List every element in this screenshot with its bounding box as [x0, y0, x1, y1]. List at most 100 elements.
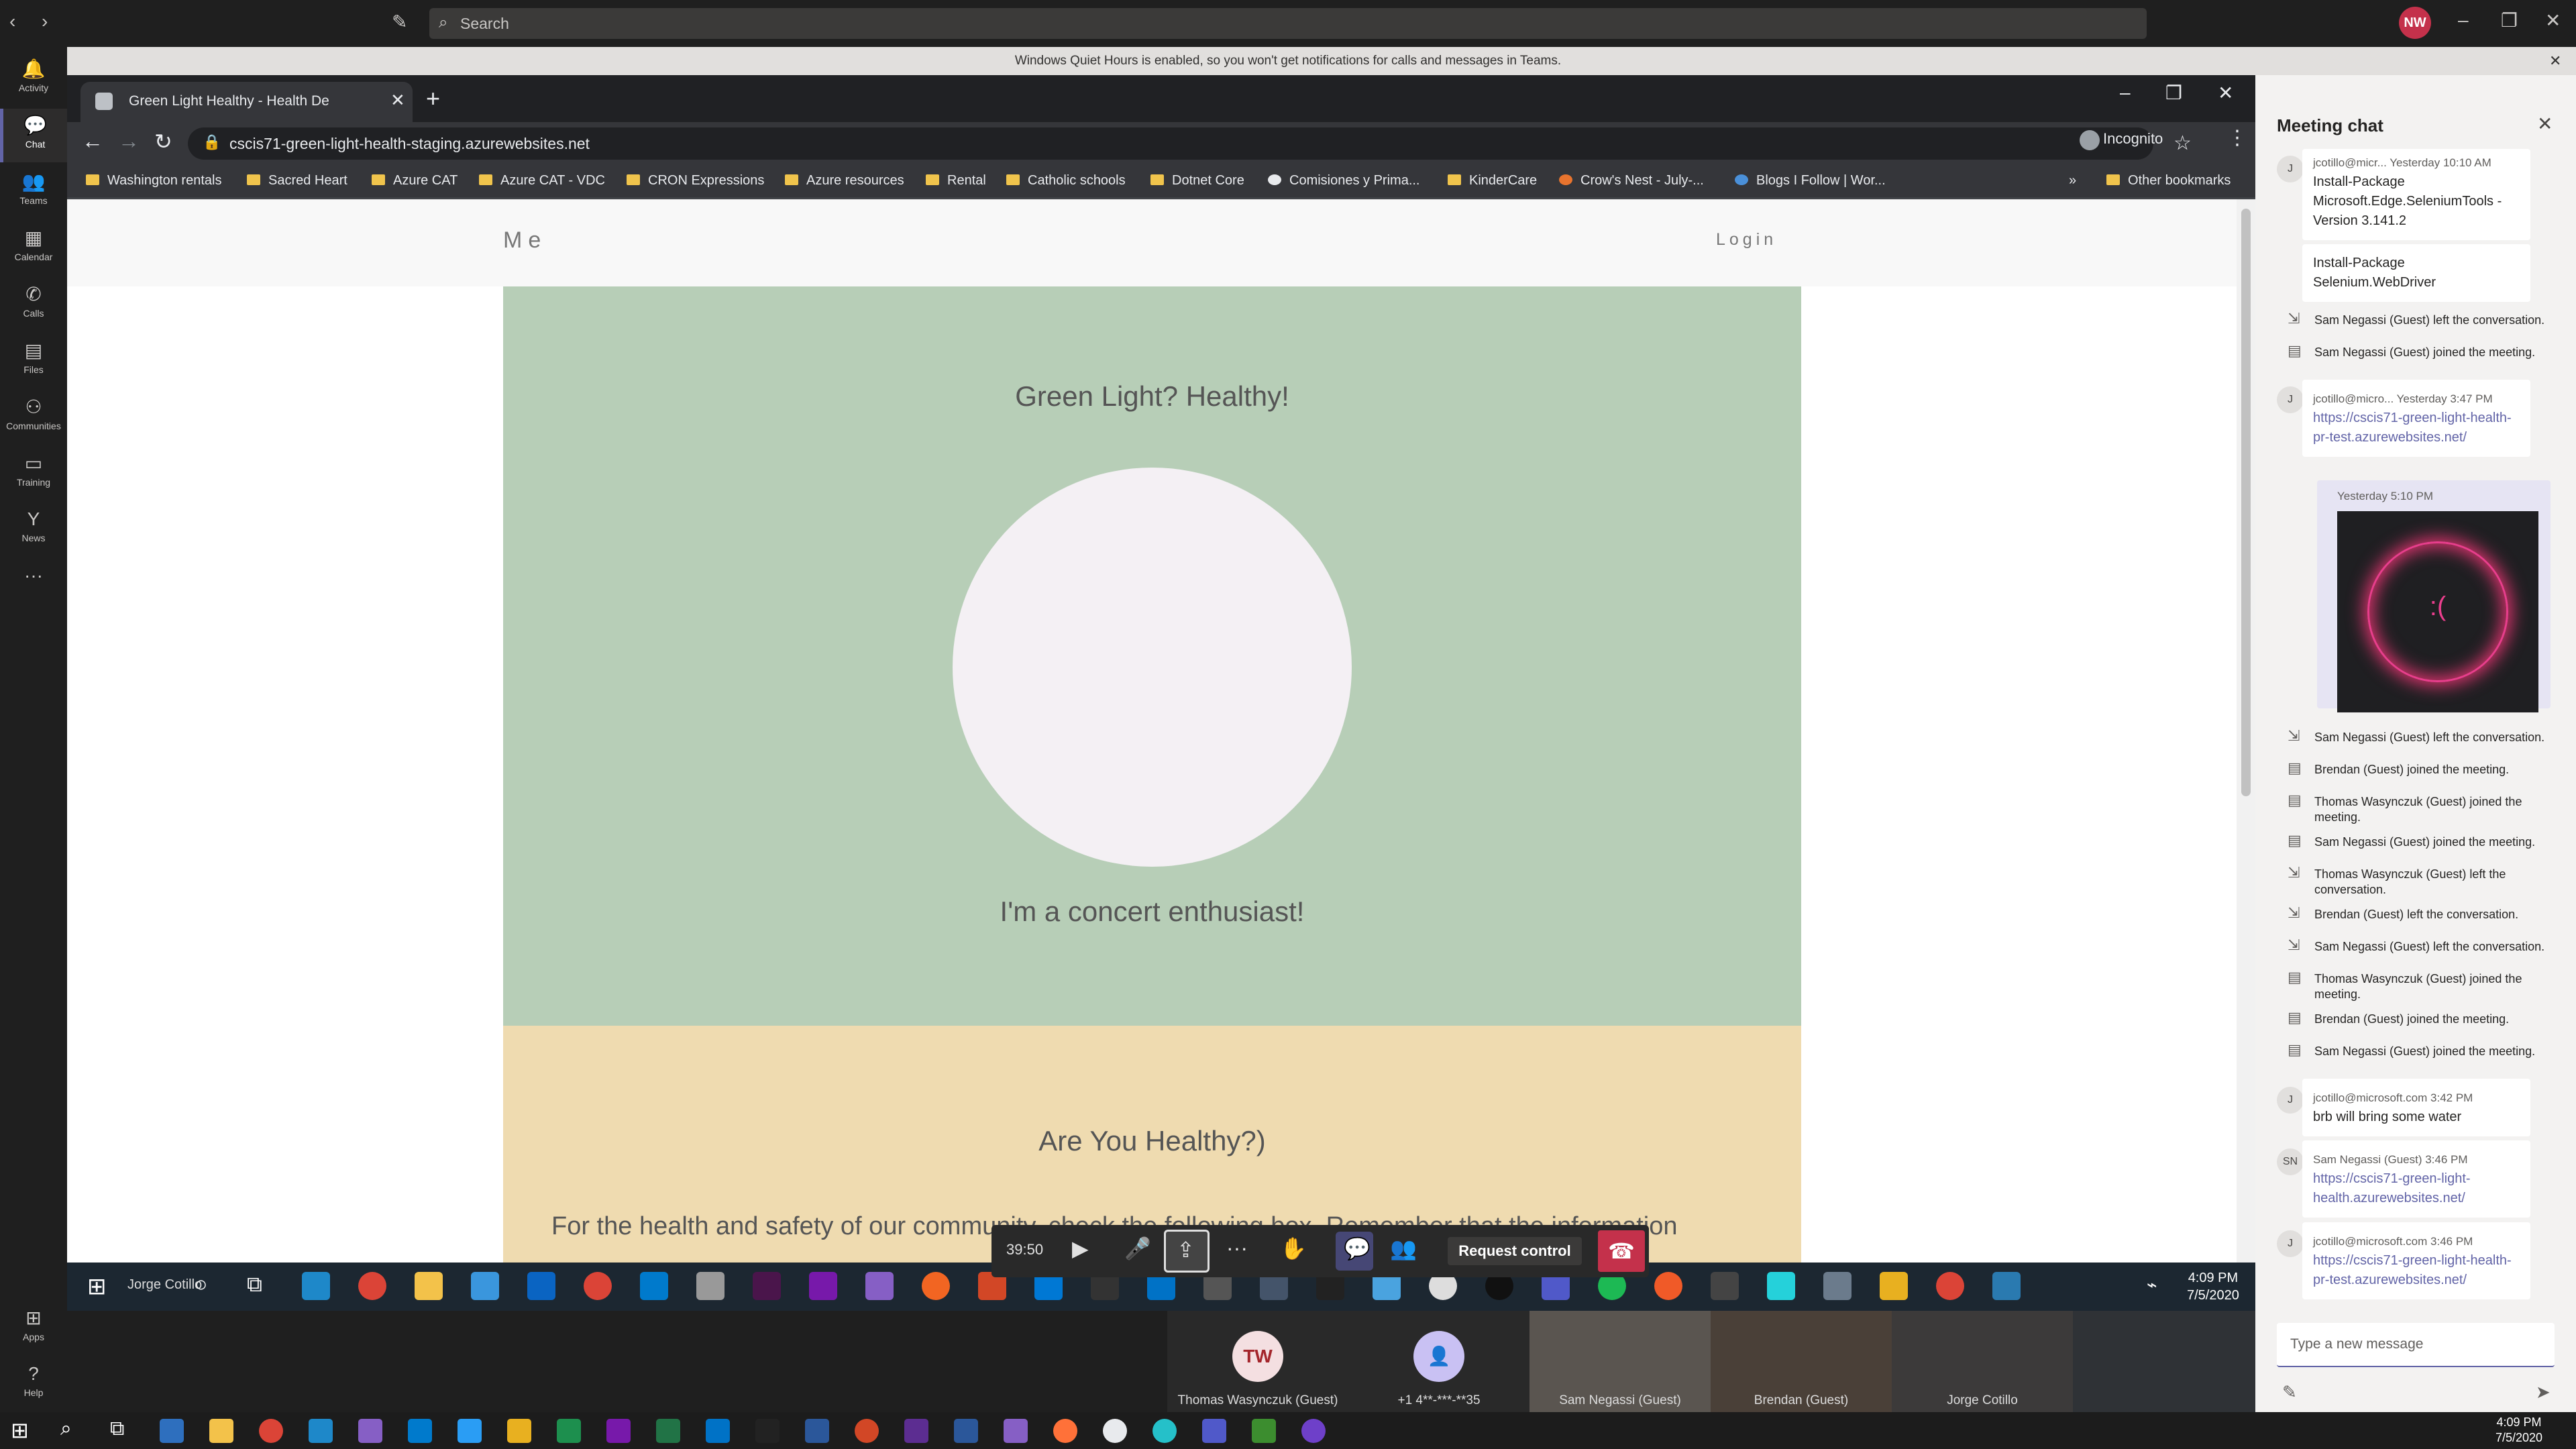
- share-tray-button[interactable]: ⇪: [1164, 1230, 1210, 1273]
- request-control-button[interactable]: Request control: [1448, 1237, 1582, 1265]
- search-input[interactable]: ⌕ Search: [429, 8, 2147, 39]
- window-close-icon[interactable]: ✕: [2218, 82, 2233, 104]
- login-link[interactable]: Login: [1716, 230, 1777, 250]
- compose-icon[interactable]: ✎: [392, 11, 407, 33]
- chat-message[interactable]: Sam Negassi (Guest) 3:46 PM https://csci…: [2302, 1140, 2530, 1218]
- raise-hand-icon[interactable]: ✋: [1280, 1236, 1307, 1261]
- camera-icon[interactable]: ▶: [1072, 1236, 1089, 1261]
- rail-news[interactable]: Y News: [0, 503, 67, 557]
- bookmark-item[interactable]: Blogs I Follow | Wor...: [1735, 173, 1886, 189]
- app-icon[interactable]: [1301, 1419, 1326, 1443]
- chrome-icon[interactable]: [584, 1272, 612, 1300]
- more-actions-icon[interactable]: ···: [1226, 1236, 1248, 1260]
- message-link[interactable]: https://cscis71-green-light-health-pr-te…: [2313, 409, 2520, 447]
- windows-start-icon[interactable]: ⊞: [87, 1273, 107, 1300]
- chat-message[interactable]: jcotillo@micro... Yesterday 3:47 PM http…: [2302, 380, 2530, 457]
- image-message[interactable]: Yesterday 5:10 PM :(: [2317, 480, 2551, 712]
- bookmark-item[interactable]: Rental: [926, 173, 986, 189]
- shared-image[interactable]: :(: [2337, 511, 2538, 712]
- firefox-icon[interactable]: [1053, 1419, 1077, 1443]
- minimize-icon[interactable]: –: [2458, 9, 2469, 31]
- hang-up-button[interactable]: ☎: [1598, 1230, 1645, 1272]
- rail-more[interactable]: ···: [0, 559, 67, 613]
- rail-calls[interactable]: ✆ Calls: [0, 278, 67, 331]
- chrome-icon[interactable]: [259, 1419, 283, 1443]
- chat-message[interactable]: jcotillo@microsoft.com 3:46 PM https://c…: [2302, 1222, 2530, 1299]
- browser-menu-icon[interactable]: ⋮: [2227, 126, 2247, 150]
- mail-icon[interactable]: [527, 1272, 555, 1300]
- edge-icon[interactable]: [309, 1419, 333, 1443]
- new-tab-icon[interactable]: +: [426, 85, 440, 113]
- rail-help[interactable]: ? Help: [0, 1358, 67, 1411]
- banner-close-icon[interactable]: ✕: [2549, 47, 2561, 75]
- video-tile[interactable]: Sam Negassi (Guest): [1529, 1311, 1711, 1412]
- store-icon[interactable]: [471, 1272, 499, 1300]
- teams-icon[interactable]: [1202, 1419, 1226, 1443]
- rail-training[interactable]: ▭ Training: [0, 447, 67, 500]
- window-minimize-icon[interactable]: –: [2120, 82, 2131, 103]
- system-clock[interactable]: 4:09 PM 7/5/2020: [2496, 1415, 2542, 1446]
- chat-toggle-button[interactable]: 💬: [1336, 1232, 1373, 1271]
- incognito-label[interactable]: Incognito: [2103, 130, 2163, 148]
- scroll-thumb[interactable]: [2241, 209, 2251, 796]
- rail-calendar[interactable]: ▦ Calendar: [0, 221, 67, 275]
- maximize-icon[interactable]: ❐: [2501, 9, 2518, 32]
- app-icon[interactable]: [1103, 1419, 1127, 1443]
- format-icon[interactable]: ✎: [2282, 1382, 2297, 1403]
- video-tile[interactable]: Brendan (Guest): [1711, 1311, 1892, 1412]
- rail-communities[interactable]: ⚇ Communities: [0, 390, 67, 444]
- app-icon[interactable]: [507, 1419, 531, 1443]
- app-icon[interactable]: [458, 1419, 482, 1443]
- rail-teams[interactable]: 👥 Teams: [0, 165, 67, 219]
- send-icon[interactable]: ➤: [2536, 1382, 2551, 1403]
- message-link[interactable]: https://cscis71-green-light-health-pr-te…: [2313, 1251, 2520, 1290]
- video-tile[interactable]: Jorge Cotillo: [1892, 1311, 2073, 1412]
- slack-icon[interactable]: [753, 1272, 781, 1300]
- close-icon[interactable]: ✕: [2545, 9, 2561, 32]
- bookmark-item[interactable]: Azure CAT: [372, 173, 458, 189]
- address-bar[interactable]: 🔒 cscis71-green-light-health-staging.azu…: [188, 127, 2192, 160]
- powerpoint-icon[interactable]: [855, 1419, 879, 1443]
- chat-message[interactable]: Install-Package Selenium.WebDriver: [2302, 244, 2530, 302]
- lock-icon[interactable]: 🔒: [203, 133, 221, 151]
- bookmark-item[interactable]: Azure resources: [785, 173, 904, 189]
- app-icon[interactable]: [904, 1419, 928, 1443]
- app-icon[interactable]: [1823, 1272, 1851, 1300]
- app-icon[interactable]: [557, 1419, 581, 1443]
- outlook-icon[interactable]: [706, 1419, 730, 1443]
- rail-apps[interactable]: ⊞ Apps: [0, 1301, 67, 1355]
- browser-tab[interactable]: Green Light Healthy - Health De ✕: [80, 82, 413, 122]
- back-icon[interactable]: ‹: [9, 11, 15, 32]
- file-explorer-icon[interactable]: [209, 1419, 233, 1443]
- other-bookmarks[interactable]: Other bookmarks: [2106, 173, 2231, 189]
- file-explorer-icon[interactable]: [415, 1272, 443, 1300]
- chrome-icon[interactable]: [358, 1272, 386, 1300]
- app-icon[interactable]: [1880, 1272, 1908, 1300]
- task-view-icon[interactable]: ⧉: [110, 1417, 124, 1440]
- postman-icon[interactable]: [922, 1272, 950, 1300]
- chat-message[interactable]: jcotillo@micr... Yesterday 10:10 AM Inst…: [2302, 149, 2530, 240]
- rail-files[interactable]: ▤ Files: [0, 334, 67, 388]
- back-arrow-icon[interactable]: ←: [82, 129, 103, 154]
- search-icon[interactable]: ⌕: [60, 1417, 72, 1440]
- bookmarks-overflow-icon[interactable]: »: [2069, 173, 2076, 189]
- app-icon[interactable]: [1252, 1419, 1276, 1443]
- participants-icon[interactable]: 👥: [1390, 1236, 1417, 1261]
- cortana-icon[interactable]: ○: [195, 1272, 207, 1297]
- microphone-icon[interactable]: 🎤: [1124, 1236, 1151, 1261]
- visual-studio-icon[interactable]: [358, 1419, 382, 1443]
- chrome-icon[interactable]: [1936, 1272, 1964, 1300]
- terminal-icon[interactable]: [755, 1419, 780, 1443]
- tab-close-icon[interactable]: ✕: [390, 90, 405, 111]
- message-link[interactable]: https://cscis71-green-light-health.azure…: [2313, 1169, 2520, 1208]
- message-compose-box[interactable]: Type a new message: [2277, 1323, 2555, 1367]
- word-icon[interactable]: [954, 1419, 978, 1443]
- windows-start-icon[interactable]: ⊞: [11, 1417, 29, 1443]
- app-icon[interactable]: [696, 1272, 724, 1300]
- bookmark-item[interactable]: Crow's Nest - July-...: [1559, 173, 1704, 189]
- participant-tile[interactable]: 👤 +1 4**-***-**35: [1348, 1311, 1529, 1412]
- bookmark-star-icon[interactable]: ☆: [2174, 131, 2192, 155]
- rail-chat[interactable]: 💬 Chat: [0, 109, 67, 162]
- excel-icon[interactable]: [656, 1419, 680, 1443]
- task-view-icon[interactable]: ⧉: [247, 1272, 262, 1297]
